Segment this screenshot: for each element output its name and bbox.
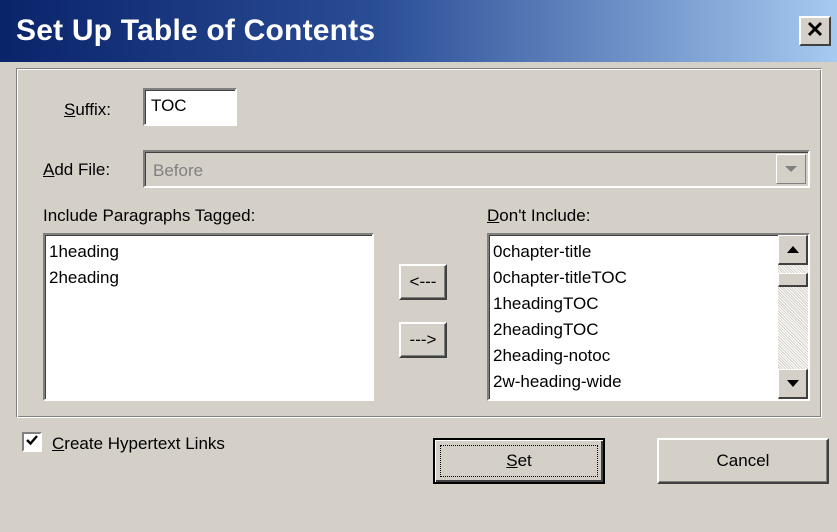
cancel-button[interactable]: Cancel: [657, 438, 829, 484]
add-file-mnemonic: A: [43, 160, 55, 179]
add-file-label: Add File:: [43, 160, 110, 180]
suffix-value: TOC: [151, 96, 187, 115]
include-listbox[interactable]: 1heading 2heading: [43, 233, 374, 401]
chevron-down-icon: [785, 166, 797, 172]
suffix-input[interactable]: TOC: [143, 88, 237, 126]
focus-rectangle: [440, 445, 598, 477]
scroll-up-icon: [786, 246, 799, 253]
move-to-include-button[interactable]: <---: [399, 264, 447, 300]
exclude-list-item[interactable]: 2headingTOC: [491, 317, 806, 343]
hypertext-label-text: reate Hypertext Links: [64, 434, 225, 453]
exclude-list-item[interactable]: 1headingTOC: [491, 291, 806, 317]
move-to-exclude-button[interactable]: --->: [399, 322, 447, 358]
exclude-list-item[interactable]: 2heading-notoc: [491, 343, 806, 369]
scroll-thumb[interactable]: [778, 273, 808, 287]
scroll-down-icon: [786, 380, 799, 387]
exclude-list-item[interactable]: 0chapter-title: [491, 239, 806, 265]
suffix-mnemonic: S: [64, 100, 76, 119]
exclude-mnemonic: D: [487, 206, 500, 225]
add-file-select[interactable]: Before: [143, 150, 810, 188]
suffix-label: Suffix:: [64, 100, 111, 120]
hypertext-mnemonic: C: [52, 434, 65, 453]
set-button[interactable]: Set: [433, 438, 605, 484]
include-label: Include Paragraphs Tagged:: [43, 206, 256, 225]
exclude-list-item[interactable]: 0chapter-titleTOC: [491, 265, 806, 291]
hypertext-checkbox[interactable]: [22, 432, 42, 452]
add-file-dropdown-button[interactable]: [776, 154, 806, 184]
add-file-label-text: dd File:: [54, 160, 111, 179]
scroll-down-button[interactable]: [778, 369, 808, 399]
title-bar[interactable]: Set Up Table of Contents: [0, 0, 837, 62]
exclude-scrollbar[interactable]: [778, 235, 808, 399]
exclude-label-text: on't Include:: [499, 206, 591, 225]
exclude-listbox[interactable]: 0chapter-title 0chapter-titleTOC 1headin…: [487, 233, 810, 401]
exclude-label: Don't Include:: [487, 206, 590, 226]
suffix-label-text: uffix:: [75, 100, 111, 119]
checkmark-icon: [25, 432, 39, 452]
hypertext-label[interactable]: Create Hypertext Links: [52, 434, 225, 454]
include-list-item[interactable]: 1heading: [47, 239, 370, 265]
scroll-up-button[interactable]: [778, 235, 808, 265]
close-button[interactable]: [799, 16, 831, 46]
include-list-item[interactable]: 2heading: [47, 265, 370, 291]
window-title: Set Up Table of Contents: [16, 14, 376, 47]
exclude-list-item[interactable]: 2w-heading-wide: [491, 369, 806, 395]
close-icon: [807, 21, 823, 41]
add-file-selected-value: Before: [153, 161, 204, 180]
